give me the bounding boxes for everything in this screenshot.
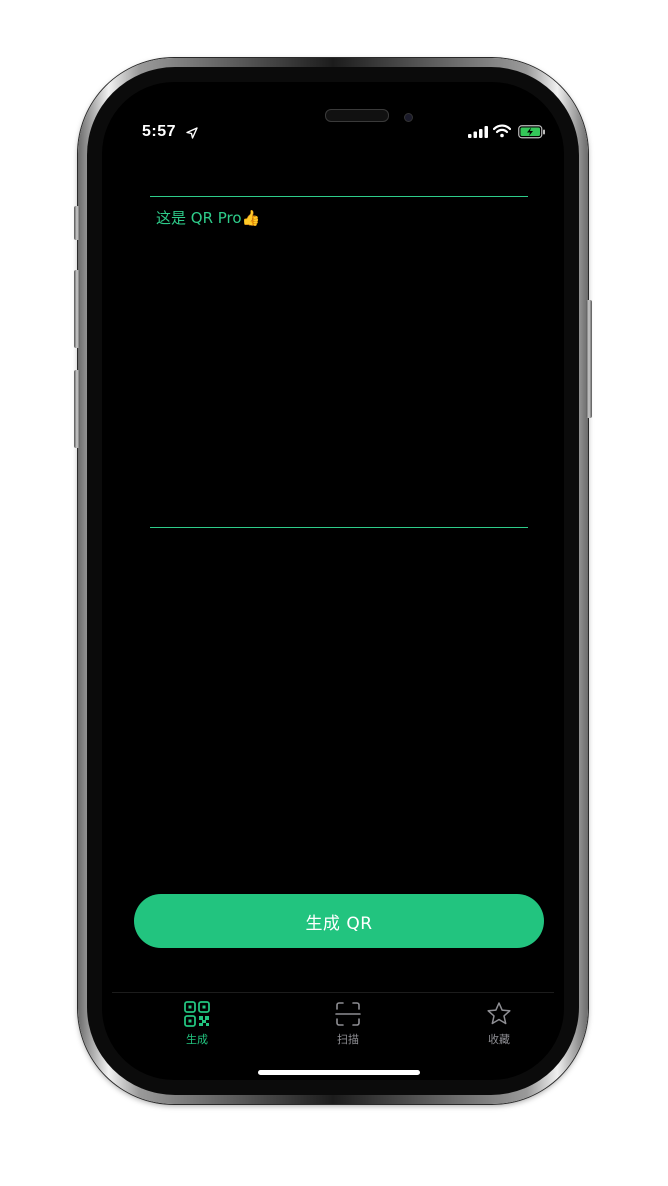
qr-text-input[interactable]: 这是 QR Pro👍 <box>156 207 516 507</box>
status-time: 5:57 <box>142 123 177 140</box>
screen: 5:57 这是 QR Pro👍 生成 QR 生成 扫描 收藏 <box>102 82 564 1080</box>
mute-switch <box>74 206 80 240</box>
scan-frame-icon <box>335 1002 361 1026</box>
volume-down-button <box>74 370 80 448</box>
tab-generate-label: 生成 <box>186 1033 208 1046</box>
qr-code-icon <box>184 1001 210 1027</box>
wifi-icon <box>493 124 511 138</box>
tab-favorites-label: 收藏 <box>488 1033 510 1046</box>
location-arrow-icon <box>186 127 198 139</box>
editor-bottom-divider <box>150 527 528 528</box>
tab-favorites[interactable]: 收藏 <box>459 1001 539 1047</box>
bezel: 5:57 这是 QR Pro👍 生成 QR 生成 扫描 收藏 <box>87 67 579 1095</box>
battery-charging-icon <box>518 125 545 139</box>
star-icon <box>487 1002 511 1025</box>
generate-qr-button[interactable]: 生成 QR <box>134 894 544 948</box>
volume-up-button <box>74 270 80 348</box>
front-camera <box>404 113 413 122</box>
home-indicator[interactable] <box>258 1070 420 1075</box>
earpiece-speaker <box>325 109 389 122</box>
editor-top-divider <box>150 196 528 197</box>
tab-scan-label: 扫描 <box>337 1033 359 1046</box>
cellular-signal-icon <box>468 126 488 138</box>
tab-scan[interactable]: 扫描 <box>308 1001 388 1047</box>
phone-frame: 5:57 这是 QR Pro👍 生成 QR 生成 扫描 收藏 <box>74 58 592 1104</box>
tab-generate[interactable]: 生成 <box>157 1001 237 1047</box>
power-button <box>586 300 592 418</box>
tab-bar: 生成 扫描 收藏 <box>112 992 554 1063</box>
